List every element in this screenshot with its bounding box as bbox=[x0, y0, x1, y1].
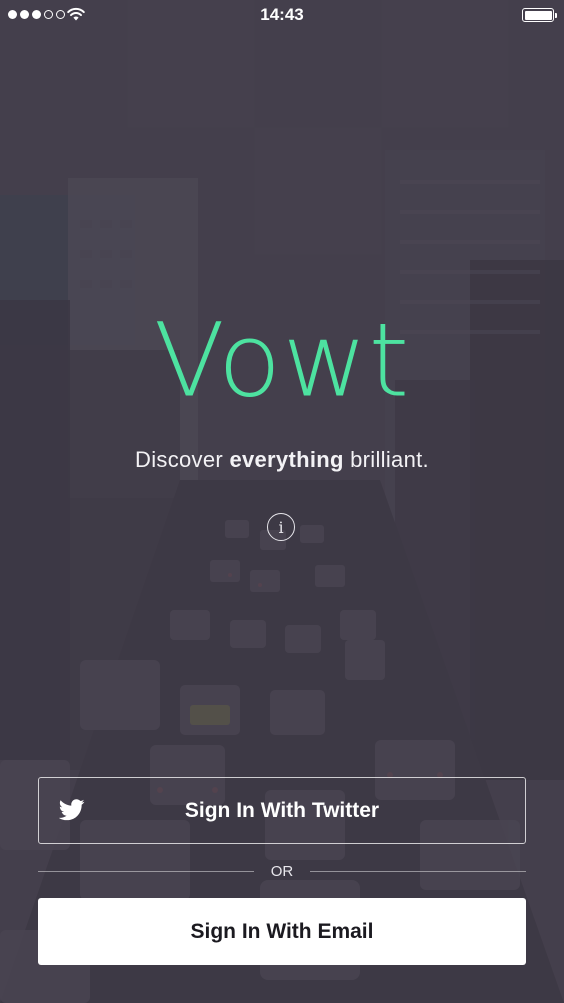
status-bar: 14:43 bbox=[0, 0, 564, 32]
divider-line bbox=[310, 871, 526, 872]
app-logo: Vowt bbox=[0, 308, 564, 412]
email-button-label: Sign In With Email bbox=[190, 919, 374, 943]
tagline-prefix: Discover bbox=[135, 447, 224, 472]
or-divider: OR bbox=[38, 860, 526, 882]
twitter-bird-icon bbox=[59, 799, 85, 821]
app-name: Vowt bbox=[153, 300, 411, 420]
status-time: 14:43 bbox=[260, 5, 304, 24]
info-icon[interactable]: i bbox=[267, 513, 295, 541]
tagline-suffix: brilliant. bbox=[350, 447, 429, 472]
tagline-emphasis: everything bbox=[229, 447, 344, 472]
battery-icon bbox=[522, 8, 557, 22]
sign-in-email-button[interactable]: Sign In With Email bbox=[38, 898, 526, 965]
twitter-button-label: Sign In With Twitter bbox=[184, 798, 380, 822]
tagline: Discover everything brilliant. bbox=[0, 447, 564, 473]
sign-in-twitter-button[interactable]: Sign In With Twitter bbox=[38, 777, 526, 844]
background-photo bbox=[0, 0, 564, 1003]
